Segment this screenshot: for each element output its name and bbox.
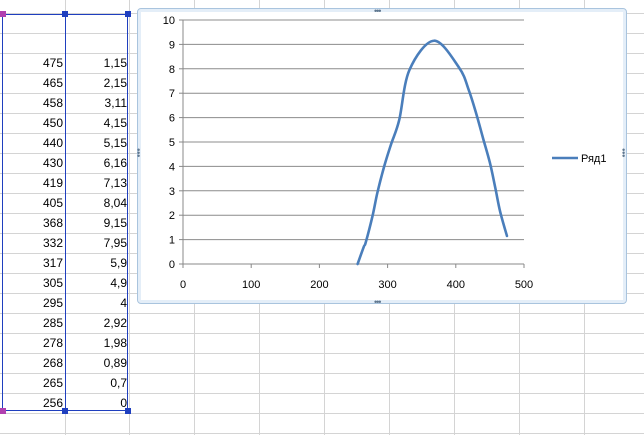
legend-label: Ряд1 — [581, 153, 606, 165]
selection-handle-bottom-right[interactable] — [125, 408, 131, 414]
y-tick-label: 9 — [169, 39, 175, 51]
y-tick-label: 1 — [169, 235, 175, 247]
x-tick-label: 400 — [447, 279, 465, 291]
chart-area[interactable]: ••• ••• • • • • • • 0 1 2 3 4 5 6 7 8 9 10 0 100 200 300 40… — [137, 7, 627, 307]
x-tick-label: 500 — [515, 279, 533, 291]
x-tick-label: 300 — [378, 279, 396, 291]
row-gridline — [0, 433, 644, 434]
column-gridline — [129, 0, 130, 435]
row-gridline — [0, 413, 644, 414]
y-tick-label: 0 — [169, 259, 175, 271]
y-tick-label: 2 — [169, 210, 175, 222]
x-tick-label: 100 — [242, 279, 260, 291]
series-line-1 — [356, 39, 509, 266]
selection-handle-bottom-mid[interactable] — [62, 408, 68, 414]
selection-handle-top-left[interactable] — [0, 11, 6, 17]
y-tick-label: 4 — [169, 161, 175, 173]
y-tick-label: 8 — [169, 64, 175, 76]
selection-handle-top-mid[interactable] — [62, 11, 68, 17]
x-tick-label: 200 — [310, 279, 328, 291]
line-chart: 0123456789100 100 200 300 400 500Ряд1 — [163, 15, 607, 291]
selection-column-divider — [65, 14, 66, 411]
x-tick-label: 0 — [180, 279, 186, 291]
selection-handle-bottom-left[interactable] — [0, 408, 6, 414]
y-tick-label: 3 — [169, 186, 175, 198]
y-tick-label: 6 — [169, 113, 175, 125]
y-tick-label: 5 — [169, 137, 175, 149]
selection-handle-top-right[interactable] — [125, 11, 131, 17]
y-tick-label: 10 — [163, 15, 175, 27]
y-tick-label: 7 — [169, 88, 175, 100]
